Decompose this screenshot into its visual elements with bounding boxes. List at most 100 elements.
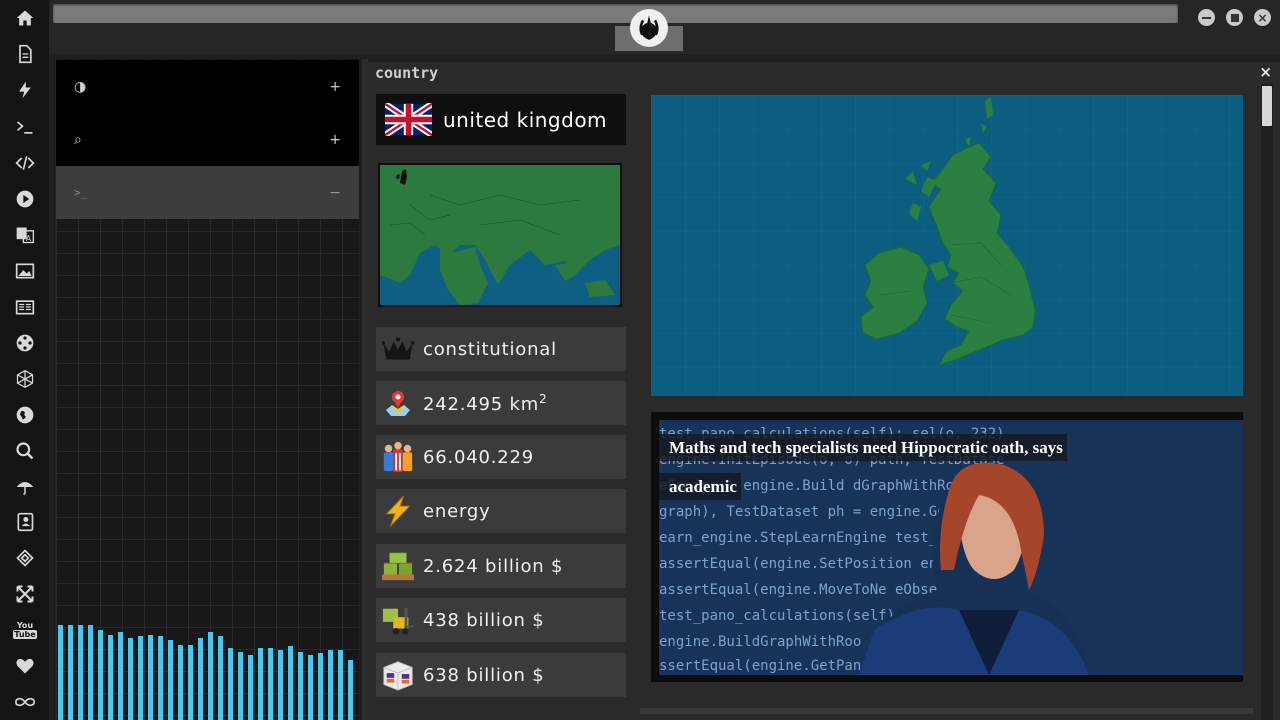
- tag-icon[interactable]: [13, 546, 37, 570]
- pallet-icon: [379, 547, 417, 585]
- panel-row-terminal[interactable]: >_ −: [56, 166, 359, 219]
- visualizer-bar: [338, 650, 343, 720]
- population-value: 66.040.229: [423, 446, 535, 468]
- country-panel: country × united kingdom constitutional …: [368, 62, 1280, 720]
- newspaper-icon[interactable]: [13, 295, 37, 319]
- country-name: united kingdom: [443, 107, 608, 132]
- play-icon[interactable]: [13, 187, 37, 211]
- visualizer-bar: [238, 652, 243, 720]
- visualizer-bar: [298, 652, 303, 720]
- visualizer-bar: [58, 625, 63, 720]
- visualizer-bar: [288, 646, 293, 720]
- visualizer-bar: [268, 648, 273, 720]
- energy-row: energy: [376, 489, 626, 533]
- visualizer-bar: [198, 638, 203, 720]
- svg-text:graph), TestDataset ph = engi: graph), TestDataset ph = engine.GetGr: [659, 504, 971, 520]
- uk-flag-icon: [385, 103, 432, 136]
- expand-button[interactable]: +: [329, 79, 341, 95]
- visualizer-bar: [138, 636, 143, 720]
- terminal-icon[interactable]: [13, 115, 37, 139]
- box-icon: [379, 656, 417, 694]
- youtube-icon-label-top: You: [16, 621, 34, 630]
- expand-icon[interactable]: [13, 582, 37, 606]
- visualizer-bar: [98, 630, 103, 720]
- imports-value: 438 billion $: [423, 609, 545, 631]
- population-icon: [379, 438, 417, 476]
- close-panel-button[interactable]: ×: [1259, 63, 1272, 81]
- panel-title: country: [375, 64, 439, 82]
- panel-row-contrast[interactable]: ◑ +: [56, 60, 359, 113]
- film-reel-icon[interactable]: [13, 331, 37, 355]
- visualizer-bar: [218, 636, 223, 720]
- hexagon-icon[interactable]: [13, 367, 37, 391]
- umbrella-icon[interactable]: [13, 475, 37, 499]
- country-map[interactable]: [651, 95, 1243, 396]
- visualizer-bar: [318, 653, 323, 720]
- forklift-icon: [379, 601, 417, 639]
- region-minimap[interactable]: [378, 163, 622, 307]
- contacts-icon[interactable]: [13, 510, 37, 534]
- audio-visualizer: [58, 620, 358, 720]
- visualizer-bar: [258, 648, 263, 720]
- rebel-alliance-logo[interactable]: [630, 9, 668, 47]
- visualizer-bar: [348, 660, 353, 720]
- svg-text:A: A: [26, 234, 32, 243]
- collapse-button[interactable]: −: [329, 185, 341, 201]
- country-name-card: united kingdom: [376, 94, 626, 145]
- exports-value: 638 billion $: [423, 664, 545, 686]
- document-icon[interactable]: [13, 42, 37, 66]
- visualizer-bar: [208, 632, 213, 720]
- visualizer-bar: [148, 635, 153, 720]
- visualizer-bar: [68, 625, 73, 720]
- visualizer-bar: [328, 650, 333, 720]
- image-icon[interactable]: [13, 259, 37, 283]
- maximize-button[interactable]: [1226, 9, 1243, 26]
- exports-row: 638 billion $: [376, 653, 626, 697]
- search-icon[interactable]: [13, 439, 37, 463]
- expand-button[interactable]: +: [329, 132, 341, 148]
- crown-icon: [379, 330, 417, 368]
- minimize-button[interactable]: [1198, 9, 1215, 26]
- population-row: 66.040.229: [376, 435, 626, 479]
- visualizer-bar: [78, 625, 83, 720]
- infinity-icon[interactable]: [13, 690, 37, 714]
- lightning-icon[interactable]: [13, 78, 37, 102]
- visualizer-bar: [178, 645, 183, 720]
- visualizer-bar: [278, 650, 283, 720]
- next-card-edge: [640, 708, 1253, 714]
- close-window-button[interactable]: ×: [1254, 9, 1271, 26]
- visualizer-bar: [158, 636, 163, 720]
- map-pin-icon: [379, 384, 417, 422]
- visualizer-bar: [188, 645, 193, 720]
- left-panel: ◑ + ⌕ + >_ −: [56, 59, 359, 720]
- panel-row-search[interactable]: ⌕ +: [56, 113, 359, 166]
- search-icon: ⌕: [74, 131, 82, 148]
- government-type: constitutional: [423, 338, 557, 360]
- visualizer-bar: [118, 632, 123, 720]
- gdp-value: 2.624 billion $: [423, 555, 564, 577]
- scrollbar-thumb[interactable]: [1262, 86, 1272, 126]
- terminal-icon: >_: [74, 186, 88, 199]
- scrollbar-track[interactable]: [1261, 84, 1273, 720]
- energy-label: energy: [423, 500, 491, 522]
- top-bar: ×: [50, 0, 1280, 54]
- visualizer-bar: [248, 655, 253, 720]
- translate-icon[interactable]: A: [13, 223, 37, 247]
- youtube-icon[interactable]: You Tube: [13, 618, 37, 642]
- code-icon[interactable]: [13, 151, 37, 175]
- area-number: 242.495 km: [423, 393, 540, 415]
- area-row: 242.495 km2: [376, 381, 626, 425]
- news-headline[interactable]: Maths and tech specialists need Hippocra…: [659, 428, 1104, 506]
- imports-row: 438 billion $: [376, 598, 626, 642]
- panel-header: country ×: [368, 62, 1280, 84]
- government-row: constitutional: [376, 327, 626, 371]
- visualizer-bar: [228, 648, 233, 720]
- visualizer-bar: [108, 635, 113, 720]
- address-bar[interactable]: [53, 4, 1178, 23]
- globe-icon[interactable]: [13, 403, 37, 427]
- area-unit-exponent: 2: [539, 391, 548, 406]
- home-icon[interactable]: [13, 6, 37, 30]
- news-card[interactable]: test_pano_calculations(self): sel(o, 232…: [651, 412, 1243, 682]
- news-headline-text[interactable]: Maths and tech specialists need Hippocra…: [659, 434, 1067, 500]
- heart-icon[interactable]: [13, 654, 37, 678]
